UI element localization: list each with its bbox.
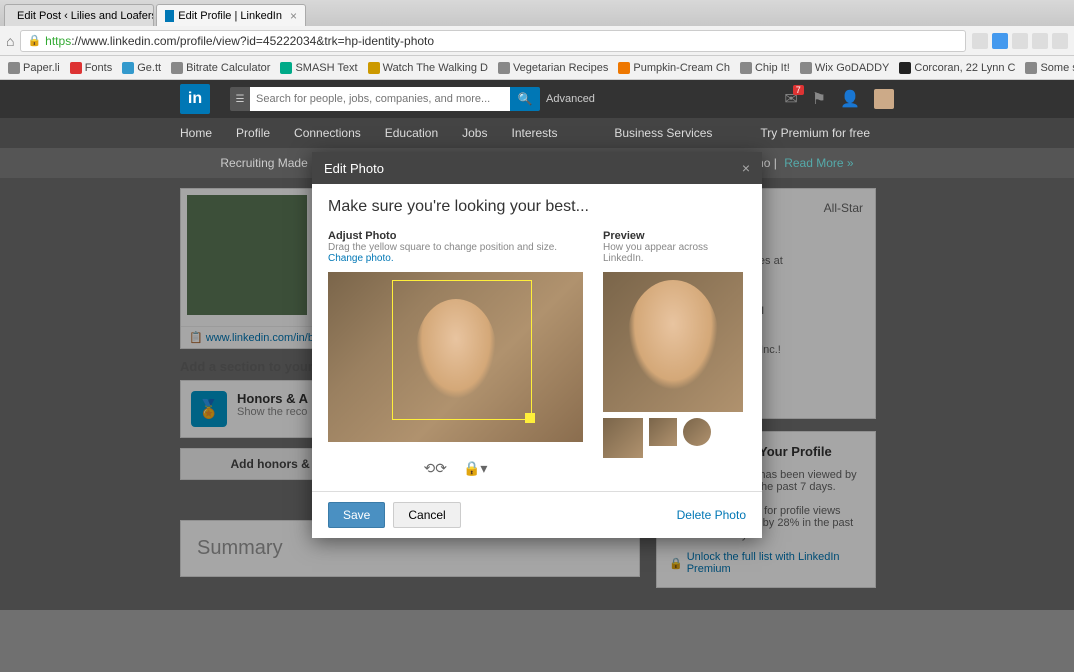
close-icon[interactable]: × <box>742 160 750 176</box>
cancel-button[interactable]: Cancel <box>393 502 460 528</box>
browser-tab-active[interactable]: Edit Profile | LinkedIn× <box>156 4 306 26</box>
bookmark[interactable]: Pumpkin-Cream Ch <box>618 62 730 74</box>
nav-premium[interactable]: Try Premium for free <box>760 126 870 140</box>
search-category-dropdown[interactable]: ☰ <box>230 87 250 111</box>
change-photo-link[interactable]: Change photo. <box>328 253 394 264</box>
linkedin-logo[interactable]: in <box>180 84 210 114</box>
linkedin-header: in ☰ 🔍 Advanced ✉7 ⚑ 👤 <box>0 80 1074 118</box>
nav-jobs[interactable]: Jobs <box>462 126 487 140</box>
rotate-icon[interactable]: ⟲⟳ <box>424 460 447 477</box>
nav-profile[interactable]: Profile <box>236 126 270 140</box>
advanced-search-link[interactable]: Advanced <box>546 93 595 105</box>
bookmark[interactable]: Fonts <box>70 62 113 74</box>
lock-icon: 🔒 <box>27 34 41 47</box>
adjust-photo-canvas[interactable] <box>328 272 583 442</box>
preview-large <box>603 272 743 412</box>
flag-icon[interactable]: ⚑ <box>812 89 826 109</box>
main-nav: Home Profile Connections Education Jobs … <box>0 118 1074 148</box>
nav-home[interactable]: Home <box>180 126 212 140</box>
nav-interests[interactable]: Interests <box>511 126 557 140</box>
bookmark[interactable]: SMASH Text <box>280 62 357 74</box>
nav-connections[interactable]: Connections <box>294 126 361 140</box>
url-bar-row: ⌂ 🔒 https://www.linkedin.com/profile/vie… <box>0 26 1074 56</box>
close-icon[interactable]: × <box>290 9 297 23</box>
modal-overlay: Edit Photo × Make sure you're looking yo… <box>0 152 1074 538</box>
bookmark[interactable]: Ge.tt <box>122 62 161 74</box>
save-button[interactable]: Save <box>328 502 385 528</box>
bookmark-bar: Paper.li Fonts Ge.tt Bitrate Calculator … <box>0 56 1074 80</box>
bookmark[interactable]: Bitrate Calculator <box>171 62 270 74</box>
url-bar[interactable]: 🔒 https://www.linkedin.com/profile/view?… <box>20 30 966 52</box>
nav-education[interactable]: Education <box>385 126 438 140</box>
crop-box[interactable] <box>392 280 532 420</box>
add-contact-icon[interactable]: 👤 <box>840 89 860 109</box>
nav-business[interactable]: Business Services <box>614 126 712 140</box>
edit-photo-modal: Edit Photo × Make sure you're looking yo… <box>312 152 762 538</box>
modal-title: Make sure you're looking your best... <box>328 198 746 216</box>
bookmark[interactable]: Corcoran, 22 Lynn C <box>899 62 1015 74</box>
home-icon[interactable]: ⌂ <box>6 33 14 49</box>
adjust-photo-heading: Adjust Photo <box>328 230 583 242</box>
avatar[interactable] <box>874 89 894 109</box>
bookmark[interactable]: Vegetarian Recipes <box>498 62 608 74</box>
bookmark[interactable]: Chip It! <box>740 62 790 74</box>
menu-icon[interactable] <box>1052 33 1068 49</box>
browser-tab[interactable]: Edit Post ‹ Lilies and Loafers× <box>4 4 154 26</box>
preview-round <box>683 418 711 446</box>
modal-header: Edit Photo × <box>312 152 762 184</box>
unlock-premium-link[interactable]: 🔒Unlock the full list with LinkedIn Prem… <box>669 551 863 575</box>
bookmark[interactable]: Watch The Walking D <box>368 62 488 74</box>
preview-small <box>603 418 643 458</box>
extension-icon[interactable] <box>1012 33 1028 49</box>
preview-xsmall <box>649 418 677 446</box>
search-button[interactable]: 🔍 <box>510 87 540 111</box>
crop-resize-handle[interactable] <box>525 413 535 423</box>
browser-tabs: Edit Post ‹ Lilies and Loafers× Edit Pro… <box>0 0 1074 26</box>
preview-heading: Preview <box>603 230 743 242</box>
mail-icon[interactable]: ✉7 <box>784 89 797 109</box>
lock-icon: 🔒 <box>669 557 683 570</box>
search-input[interactable] <box>250 87 510 111</box>
bookmark[interactable]: Some simple financ <box>1025 62 1074 74</box>
delete-photo-link[interactable]: Delete Photo <box>677 508 746 522</box>
extension-icon[interactable] <box>972 33 988 49</box>
privacy-dropdown[interactable]: 🔒▾ <box>463 460 487 477</box>
bookmark[interactable]: Wix GoDADDY <box>800 62 890 74</box>
bookmark[interactable]: Paper.li <box>8 62 60 74</box>
extension-icon[interactable] <box>992 33 1008 49</box>
extension-icon[interactable] <box>1032 33 1048 49</box>
